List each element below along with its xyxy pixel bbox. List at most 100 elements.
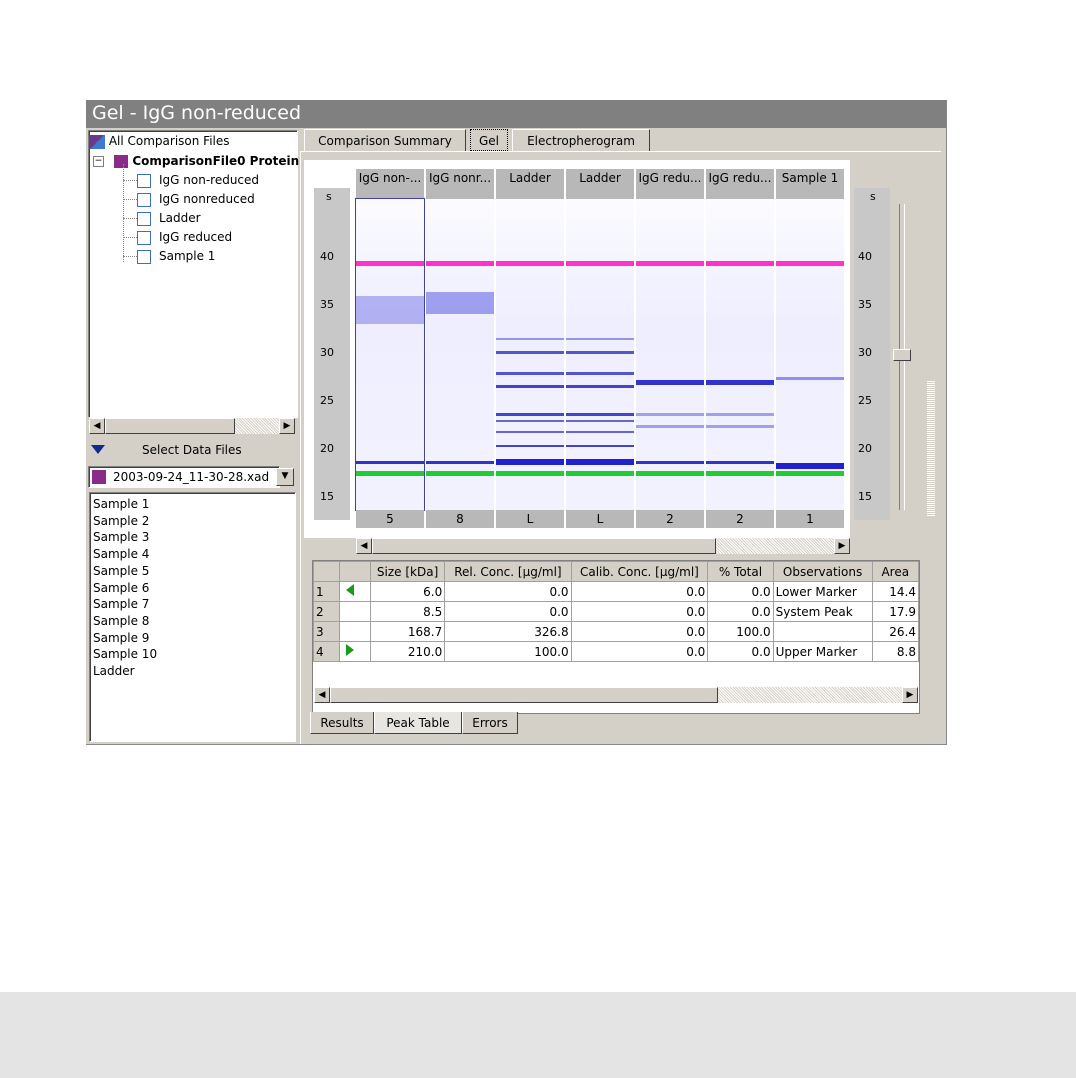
checkbox[interactable] (137, 250, 151, 264)
tree-item[interactable]: IgG non-reduced (137, 171, 259, 189)
lane-header[interactable]: Ladder (496, 169, 564, 199)
scroll-right-icon[interactable]: ▶ (902, 687, 918, 703)
data-file-item[interactable]: Sample 7 (93, 596, 157, 613)
checkbox[interactable] (137, 193, 151, 207)
data-file-item[interactable]: Sample 9 (93, 630, 157, 647)
gel-band (356, 461, 424, 464)
column-header[interactable]: % Total (707, 561, 774, 582)
lane-header[interactable]: IgG redu... (636, 169, 704, 199)
zoom-slider-thumb[interactable] (893, 349, 911, 361)
tab-comparison-summary[interactable]: Comparison Summary (304, 129, 466, 151)
gel-band (566, 413, 634, 416)
select-data-files-label: Select Data Files (142, 443, 242, 457)
lane-header[interactable]: Ladder (566, 169, 634, 199)
table-row[interactable]: 4 210.0 100.0 0.0 0.0 Upper Marker 8.8 (312, 641, 920, 662)
column-header[interactable]: Rel. Conc. [µg/ml] (444, 561, 572, 582)
data-file-item[interactable]: Sample 5 (93, 563, 157, 580)
table-cell: 210.0 (369, 641, 446, 662)
comparison-files-icon (89, 134, 105, 149)
scroll-right-icon[interactable]: ▶ (834, 538, 850, 554)
gel-lane[interactable] (776, 199, 844, 510)
data-file-item[interactable]: Sample 1 (93, 496, 157, 513)
gel-band (566, 459, 634, 465)
data-file-item[interactable]: Sample 8 (93, 613, 157, 630)
lane-header[interactable]: Sample 1 (776, 169, 844, 199)
checkbox[interactable] (137, 212, 151, 226)
column-header[interactable]: Observations (772, 561, 873, 582)
table-cell: 0.0 (570, 601, 709, 622)
gel-band (566, 471, 634, 476)
column-header[interactable] (339, 561, 371, 582)
tab-errors[interactable]: Errors (462, 712, 518, 734)
gel-band (566, 261, 634, 266)
gel-lane[interactable] (496, 199, 564, 510)
table-row[interactable]: 1 6.0 0.0 0.0 0.0 Lower Marker 14.4 (312, 581, 920, 602)
tree-item-label: IgG nonreduced (159, 192, 255, 206)
gel-band (706, 425, 774, 428)
scale-tick-right: 35 (858, 298, 872, 311)
scroll-left-icon[interactable]: ◀ (314, 687, 330, 703)
data-file-item[interactable]: Sample 2 (93, 513, 157, 530)
scroll-right-icon[interactable]: ▶ (279, 418, 295, 434)
gel-scroll-thumb[interactable] (372, 538, 716, 554)
tab-gel[interactable]: Gel (470, 129, 508, 151)
column-header[interactable]: Calib. Conc. [µg/ml] (570, 561, 709, 582)
table-cell: System Peak (772, 601, 873, 622)
data-file-item[interactable]: Sample 4 (93, 546, 157, 563)
table-scroll-thumb[interactable] (330, 687, 718, 703)
gel-band (566, 420, 634, 422)
tab-peak-table[interactable]: Peak Table (374, 712, 462, 734)
lane-footer: L (496, 510, 564, 528)
gel-lane[interactable] (706, 199, 774, 510)
upper-marker-icon (339, 641, 371, 662)
data-file-item[interactable]: Sample 10 (93, 646, 157, 663)
data-file-item[interactable]: Sample 3 (93, 529, 157, 546)
table-row[interactable]: 2 8.5 0.0 0.0 0.0 System Peak 17.9 (312, 601, 920, 622)
checkbox[interactable] (137, 174, 151, 188)
tree-scroll-thumb[interactable] (105, 418, 235, 434)
data-file-list: Sample 1 Sample 2 Sample 3 Sample 4 Sample 5… (89, 492, 296, 742)
tree-item[interactable]: IgG reduced (137, 228, 232, 246)
tree-item[interactable]: IgG nonreduced (137, 190, 255, 208)
table-cell: 168.7 (369, 621, 446, 642)
lane-footer: 2 (706, 510, 774, 528)
table-cell: 17.9 (871, 601, 920, 622)
data-file-item[interactable]: Ladder (93, 663, 157, 680)
gel-band (566, 385, 634, 388)
gel-lane[interactable] (636, 199, 704, 510)
tab-results[interactable]: Results (310, 712, 374, 734)
dropdown-arrow-icon[interactable]: ▼ (276, 468, 294, 486)
lane-header[interactable]: IgG nonr... (426, 169, 494, 199)
triangle-down-icon (91, 445, 105, 454)
table-row[interactable]: 3 168.7 326.8 0.0 100.0 26.4 (312, 621, 920, 642)
table-cell: 2 (312, 601, 341, 622)
table-cell: 0.0 (444, 581, 572, 602)
scroll-left-icon[interactable]: ◀ (89, 418, 105, 434)
data-file-select[interactable]: 2003-09-24_11-30-28.xad (88, 466, 280, 488)
tree-item[interactable]: Ladder (137, 209, 201, 227)
tab-electropherogram[interactable]: Electropherogram (512, 129, 650, 151)
gel-lane[interactable] (426, 199, 494, 510)
scale-unit-left: s (326, 190, 332, 203)
gel-band (426, 471, 494, 476)
peak-table: Size [kDa] Rel. Conc. [µg/ml] Calib. Conc.… (312, 560, 920, 714)
tree-root[interactable]: All Comparison Files (89, 132, 230, 150)
gel-lane[interactable] (566, 199, 634, 510)
checkbox[interactable] (137, 231, 151, 245)
scale-tick-left: 35 (320, 298, 334, 311)
column-header[interactable]: Size [kDa] (369, 561, 446, 582)
collapse-icon[interactable]: − (93, 156, 104, 167)
gel-band (636, 413, 704, 416)
scroll-left-icon[interactable]: ◀ (356, 538, 372, 554)
splitter-handle[interactable] (927, 380, 935, 516)
lane-header[interactable]: IgG redu... (706, 169, 774, 199)
select-data-files-bar[interactable]: Select Data Files (88, 440, 296, 460)
column-header[interactable] (312, 561, 341, 582)
lane-header[interactable]: IgG non-... (356, 169, 424, 199)
tree-item[interactable]: Sample 1 (137, 247, 215, 265)
gel-band (566, 372, 634, 375)
table-cell (772, 621, 873, 642)
data-file-item[interactable]: Sample 6 (93, 580, 157, 597)
gel-lane[interactable] (355, 198, 425, 511)
column-header[interactable]: Area (871, 561, 920, 582)
